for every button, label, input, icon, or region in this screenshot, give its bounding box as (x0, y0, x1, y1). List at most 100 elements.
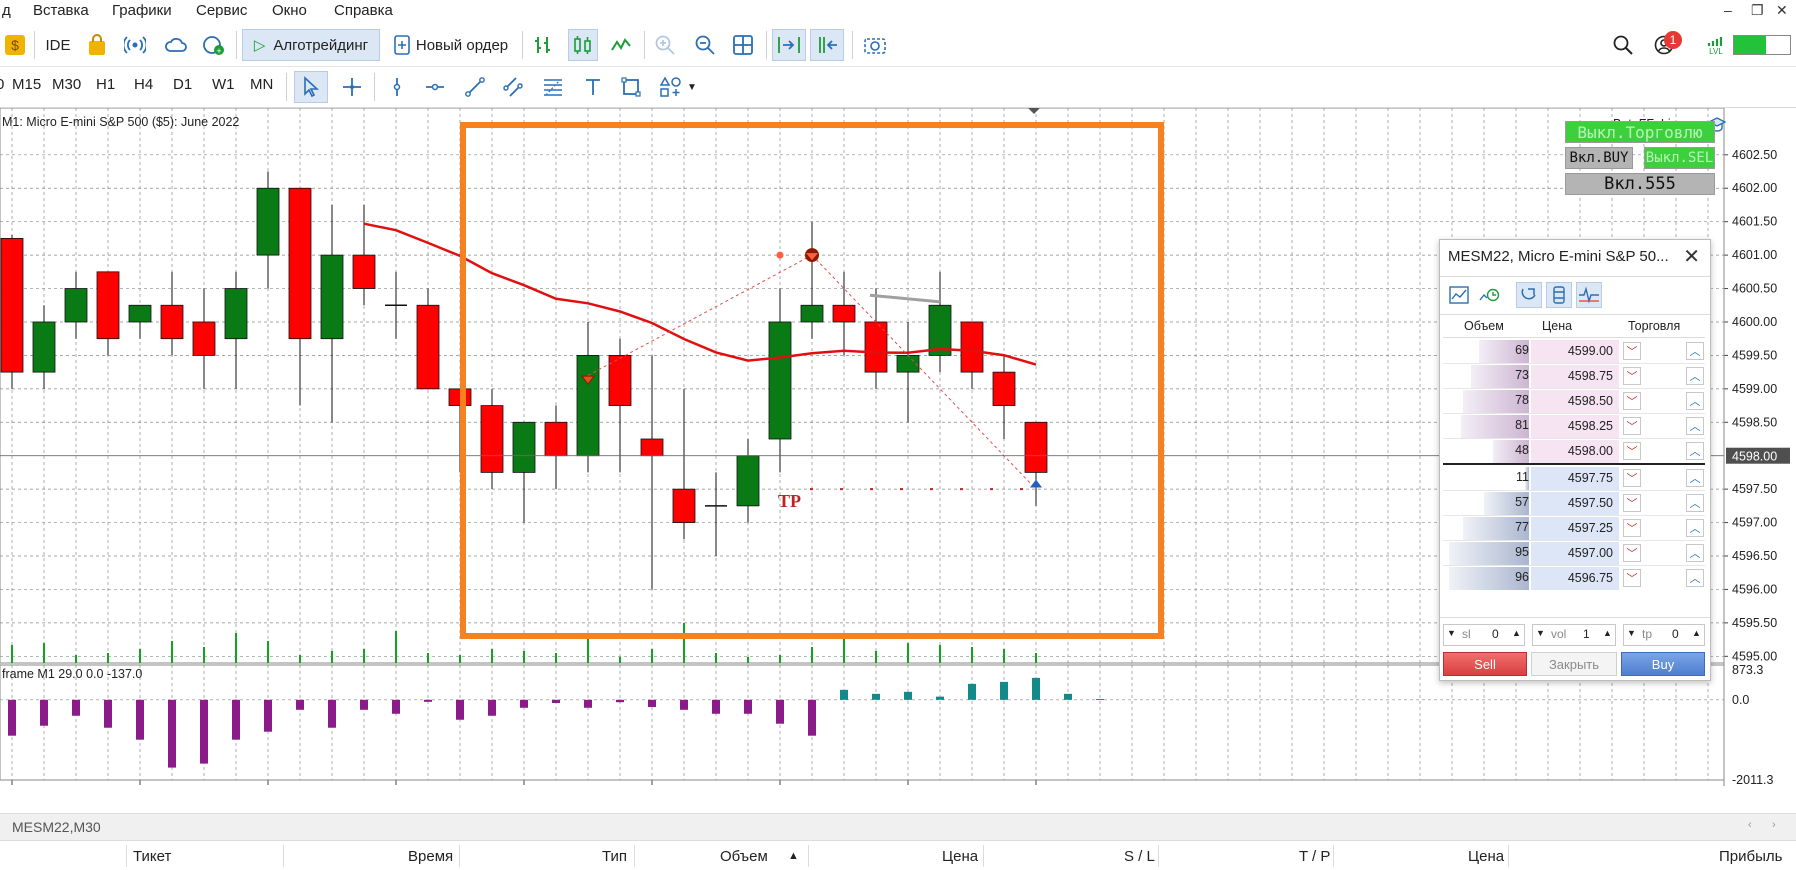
decrement-icon[interactable]: ▼ (1536, 628, 1545, 638)
col-type[interactable]: Тип (602, 848, 627, 865)
decrement-icon[interactable]: ▼ (1627, 628, 1636, 638)
search-button[interactable] (1610, 29, 1636, 61)
increment-icon[interactable]: ▲ (1603, 628, 1612, 638)
menu-tools[interactable]: Сервис (196, 2, 247, 19)
col-profit[interactable]: Прибыль (1719, 848, 1782, 865)
dom-sell-limit-button[interactable]: ﹀ (1623, 469, 1641, 487)
zoom-out-button[interactable] (692, 29, 718, 61)
dom-buy-limit-button[interactable]: ︿ (1686, 442, 1704, 460)
trendline-tool-button[interactable] (462, 71, 488, 103)
close-position-button[interactable]: Закрыть (1531, 652, 1617, 676)
dom-price[interactable]: 4598.25 (1531, 415, 1619, 438)
market-button[interactable]: $ (2, 29, 28, 61)
tile-windows-button[interactable] (730, 29, 756, 61)
close-window-button[interactable]: ✕ (1776, 2, 1788, 19)
dom-sell-limit-button[interactable]: ﹀ (1623, 569, 1641, 587)
candlestick-chart-button[interactable] (568, 29, 598, 61)
timeframe-w1[interactable]: W1 (212, 76, 235, 93)
scroll-right-icon[interactable]: › (1772, 819, 1776, 831)
account-button[interactable]: 1 (1648, 29, 1682, 61)
dom-price[interactable]: 4597.25 (1531, 517, 1619, 540)
algo-trading-button[interactable]: ▷ Алготрейдинг (242, 29, 380, 61)
signals-button[interactable] (122, 29, 148, 61)
dom-sell-limit-button[interactable]: ﹀ (1623, 494, 1641, 512)
dom-price[interactable]: 4597.50 (1531, 492, 1619, 515)
dom-sell-limit-button[interactable]: ﹀ (1623, 519, 1641, 537)
increment-icon[interactable]: ▲ (1512, 628, 1521, 638)
dom-buy-limit-button[interactable]: ︿ (1686, 569, 1704, 587)
dom-price[interactable]: 4597.00 (1531, 542, 1619, 565)
menu-insert[interactable]: Вставка (33, 2, 89, 19)
dom-price[interactable]: 4597.75 (1531, 467, 1619, 490)
counter-button[interactable]: Вкл.555 (1565, 173, 1715, 195)
decrement-icon[interactable]: ▼ (1447, 628, 1456, 638)
vps-button[interactable] (162, 29, 190, 61)
buy-on-button[interactable]: Вкл.BUY (1565, 147, 1633, 169)
market-bag-button[interactable] (84, 29, 110, 61)
sort-ascending-icon[interactable]: ▲ (788, 850, 799, 862)
col-ticket[interactable]: Тикет (133, 848, 171, 865)
menu-view[interactable]: д (2, 2, 11, 19)
increment-icon[interactable]: ▲ (1692, 628, 1701, 638)
dom-price[interactable]: 4598.75 (1531, 365, 1619, 388)
dom-levels-button[interactable] (1546, 282, 1572, 308)
dom-price[interactable]: 4596.75 (1531, 567, 1619, 590)
dom-sell-limit-button[interactable]: ﹀ (1623, 392, 1641, 410)
dom-buy-limit-button[interactable]: ︿ (1686, 494, 1704, 512)
sl-spinner[interactable]: ▼ sl 0 ▲ (1443, 624, 1525, 646)
dom-sell-limit-button[interactable]: ﹀ (1623, 342, 1641, 360)
vertical-line-tool-button[interactable] (384, 71, 410, 103)
dom-price[interactable]: 4598.00 (1531, 440, 1619, 463)
sell-off-button[interactable]: Выкл.SEL (1644, 147, 1715, 169)
timeframe-m15[interactable]: M15 (12, 76, 41, 93)
timeframe-m30[interactable]: M30 (52, 76, 81, 93)
buy-button[interactable]: Buy (1621, 652, 1705, 676)
dom-buy-limit-button[interactable]: ︿ (1686, 342, 1704, 360)
shapes-tool-button[interactable] (618, 71, 644, 103)
screenshot-button[interactable] (860, 29, 890, 61)
add-account-button[interactable]: + (200, 29, 228, 61)
dom-close-button[interactable]: ✕ (1683, 244, 1700, 269)
ide-button[interactable]: IDE (42, 29, 74, 61)
tp-value[interactable]: 0 (1672, 627, 1679, 641)
dom-price[interactable]: 4599.00 (1531, 340, 1619, 363)
dom-sell-limit-button[interactable]: ﹀ (1623, 367, 1641, 385)
volume-spinner[interactable]: ▼ vol 1 ▲ (1532, 624, 1616, 646)
col-volume[interactable]: Объем (720, 848, 768, 865)
dom-signals-button[interactable] (1576, 282, 1602, 308)
col-time[interactable]: Время (408, 848, 453, 865)
cursor-tool-button[interactable] (294, 71, 328, 103)
timeframe-h1[interactable]: H1 (96, 76, 115, 93)
zoom-in-button[interactable] (652, 29, 678, 61)
chart-shift-button[interactable] (810, 29, 844, 61)
more-tools-button[interactable]: ▼ (656, 71, 700, 103)
col-current-price[interactable]: Цена (1468, 848, 1504, 865)
chart-tab-mesm22[interactable]: MESM22,M30 (12, 819, 101, 835)
timeframe-d1[interactable]: D1 (173, 76, 192, 93)
tp-spinner[interactable]: ▼ tp 0 ▲ (1623, 624, 1705, 646)
timeframe-partial[interactable]: 0 (0, 76, 4, 93)
trade-off-button[interactable]: Выкл.Торговлю (1565, 121, 1715, 143)
scroll-left-icon[interactable]: ‹ (1748, 819, 1752, 831)
line-chart-button[interactable] (608, 29, 634, 61)
auto-scroll-button[interactable] (772, 29, 806, 61)
dom-buy-limit-button[interactable]: ︿ (1686, 469, 1704, 487)
bar-chart-button[interactable] (530, 29, 556, 61)
dom-buy-limit-button[interactable]: ︿ (1686, 392, 1704, 410)
dom-sell-limit-button[interactable]: ﹀ (1623, 417, 1641, 435)
menu-charts[interactable]: Графики (112, 2, 172, 19)
crosshair-tool-button[interactable] (338, 71, 366, 103)
dom-buy-limit-button[interactable]: ︿ (1686, 519, 1704, 537)
timeframe-mn[interactable]: MN (250, 76, 273, 93)
new-order-button[interactable]: Новый ордер (386, 29, 516, 61)
menu-help[interactable]: Справка (334, 2, 393, 19)
col-price[interactable]: Цена (942, 848, 978, 865)
dom-sell-limit-button[interactable]: ﹀ (1623, 544, 1641, 562)
depth-of-market-panel[interactable]: MESM22, Micro E-mini S&P 50... ✕ Объем Ц… (1439, 239, 1711, 681)
col-tp[interactable]: T / P (1299, 848, 1330, 865)
dom-ticks-button[interactable] (1476, 282, 1502, 308)
dom-one-click-button[interactable] (1516, 282, 1542, 308)
restore-button[interactable]: ❐ (1751, 2, 1764, 19)
dom-buy-limit-button[interactable]: ︿ (1686, 367, 1704, 385)
dom-sell-limit-button[interactable]: ﹀ (1623, 442, 1641, 460)
